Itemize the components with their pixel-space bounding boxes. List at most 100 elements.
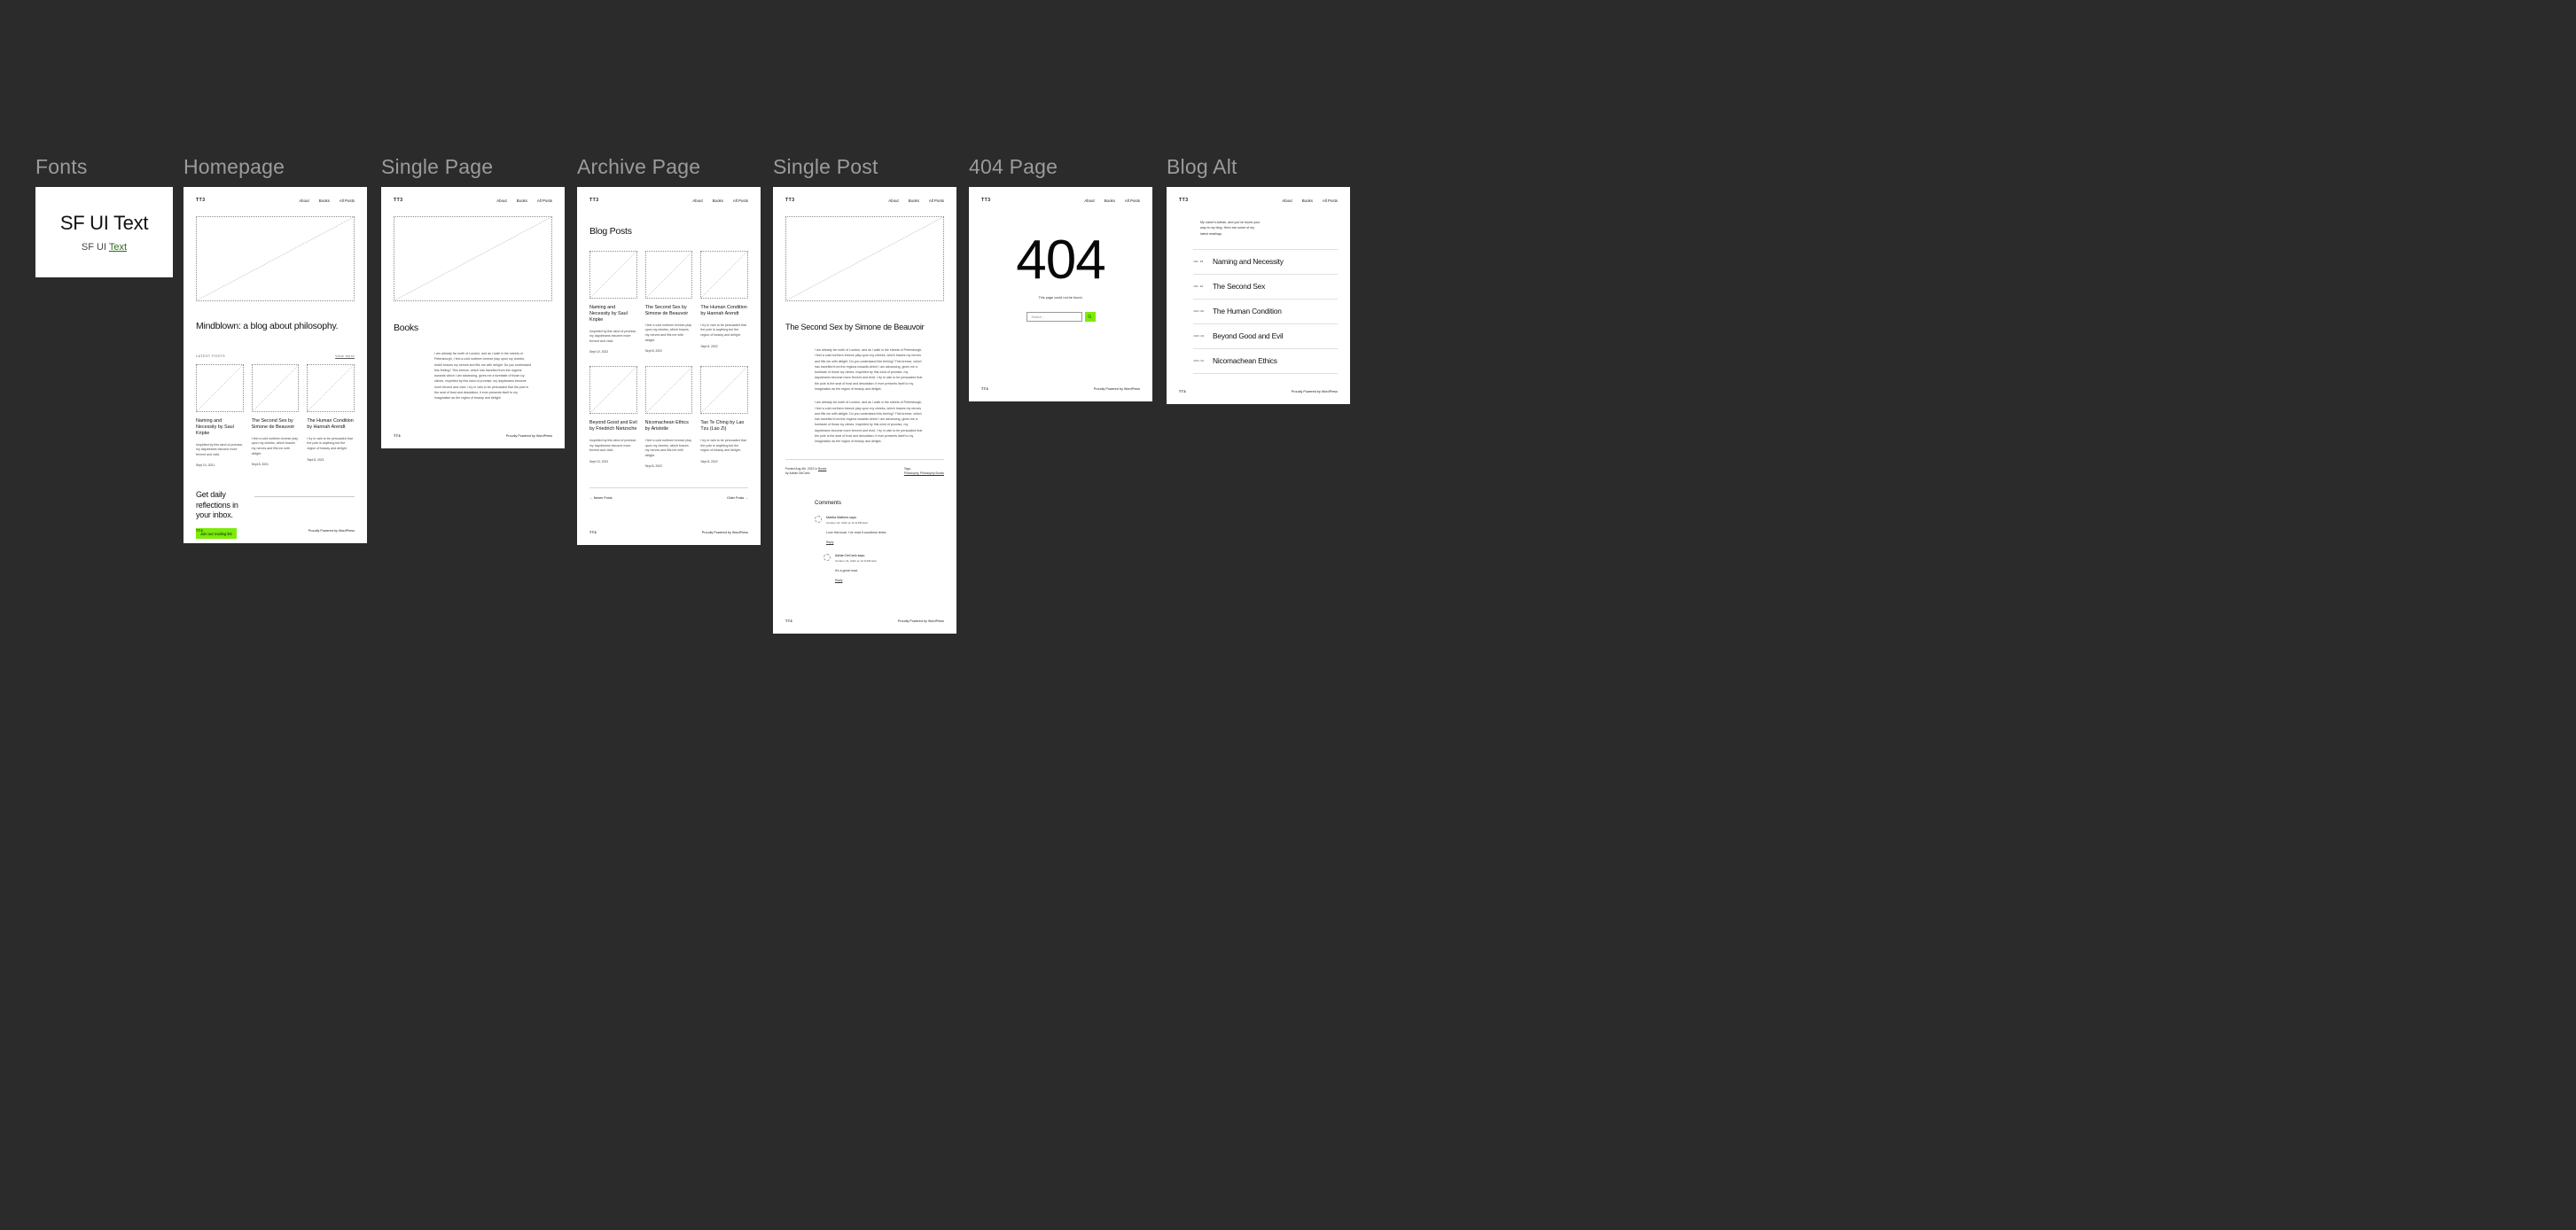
nav-item-books[interactable]: Books [1302,199,1313,203]
avatar [824,554,831,562]
site-logo[interactable]: TT3 [1179,198,1189,203]
list-item[interactable]: JUN 19 Beyond Good and Evil [1193,323,1338,348]
footer-credit[interactable]: Proudly Powered by WordPress [308,529,355,533]
list-item-title[interactable]: The Second Sex [1213,282,1265,291]
comment-body: It's a great read. [835,569,858,573]
post-card-title[interactable]: The Second Sex by Simone de Beauvoir [645,305,693,317]
nav-item-all-posts[interactable]: All Posts [537,199,552,203]
primary-nav: About Books All Posts [888,199,944,203]
post-card-title[interactable]: The Human Condition by Hannah Arendt [700,305,748,317]
search-submit-button[interactable] [1084,312,1096,322]
post-card-title[interactable]: Naming and Necessity by Saul Kripke [196,418,244,437]
post-thumbnail-placeholder [251,364,300,412]
footer-logo: TT3 [589,531,597,534]
nav-item-about[interactable]: About [496,199,506,203]
site-footer: TT3 Proudly Powered by WordPress [196,529,355,533]
comment-timestamp[interactable]: October 24, 2022 at 12:11PM Edit [826,521,868,525]
post-card-excerpt: I feel a cold northern breeze play upon … [644,323,692,342]
post-card-title[interactable]: Tao Te Ching by Lao Tzu (Lao Zi) [700,420,748,432]
nav-item-books[interactable]: Books [713,199,723,203]
list-item-title[interactable]: Nicomachean Ethics [1213,356,1277,365]
nav-item-all-posts[interactable]: All Posts [1323,199,1338,203]
nav-item-all-posts[interactable]: All Posts [340,199,355,203]
post-card[interactable]: Tao Te Ching by Lao Tzu (Lao Zi) I try i… [700,366,749,468]
nav-item-books[interactable]: Books [909,199,919,203]
nav-item-about[interactable]: About [299,199,308,203]
comment-reply-link[interactable]: Reply [835,579,944,582]
pagination-newer[interactable]: ← Newer Posts [589,496,613,500]
post-card[interactable]: The Human Condition by Hannah Arendt I t… [700,251,749,354]
post-card[interactable]: The Second Sex by Simone de Beauvoir I f… [251,364,300,467]
primary-nav: About Books All Posts [299,199,355,203]
list-item[interactable]: JUL 15 Naming and Necessity [1193,248,1338,274]
site-logo[interactable]: TT3 [196,198,206,203]
site-logo[interactable]: TT3 [589,198,599,203]
nav-item-about[interactable]: About [1282,199,1292,203]
post-card[interactable]: Nicomachean Ethics by Aristotle I feel a… [644,366,693,468]
post-card-excerpt: I try in vain to be persuaded that the p… [700,439,746,453]
nav-item-about[interactable]: About [1084,199,1094,203]
view-more-link[interactable]: View more [335,354,355,358]
blog-alt-page: TT3 About Books All Posts My name's Adri… [1167,187,1350,404]
nav-item-books[interactable]: Books [1105,199,1115,203]
footer-logo: TT3 [981,387,989,391]
avatar [815,516,822,524]
primary-nav: About Books All Posts [692,199,748,203]
search-input[interactable]: Search... [1026,312,1082,322]
nav-item-books[interactable]: Books [319,199,330,203]
site-footer: TT3 Proudly Powered by WordPress [394,434,552,438]
site-header: TT3 About Books All Posts [981,198,1140,203]
nav-item-all-posts[interactable]: All Posts [1125,199,1140,203]
footer-logo: TT3 [196,529,204,533]
nav-item-all-posts[interactable]: All Posts [733,199,748,203]
font-specimen-title: SF UI Text [59,212,149,234]
post-card-title[interactable]: Naming and Necessity by Saul Kripke [589,305,637,323]
nav-item-books[interactable]: Books [517,199,527,203]
nav-item-about[interactable]: About [888,199,898,203]
list-item-title[interactable]: The Human Condition [1213,307,1282,315]
post-card[interactable]: Beyond Good and Evil by Friedrich Nietzs… [589,366,637,468]
frame-label-single-post: Single Post [773,155,878,178]
list-item[interactable]: JUL 10 The Second Sex [1193,273,1338,299]
site-logo[interactable]: TT3 [981,198,991,203]
post-card-date: Sept 10, 2021 [196,463,215,468]
pagination-older[interactable]: Older Posts → [727,496,748,500]
site-logo[interactable]: TT3 [394,198,403,203]
post-card[interactable]: The Human Condition by Hannah Arendt I t… [307,364,355,467]
footer-credit[interactable]: Proudly Powered by WordPress [702,531,748,534]
post-card[interactable]: Naming and Necessity by Saul Kripke Insp… [589,251,637,354]
post-meta-divider [785,458,944,460]
font-sub-link[interactable]: Text [109,242,127,253]
site-logo[interactable]: TT3 [785,198,795,203]
footer-credit[interactable]: Proudly Powered by WordPress [1094,387,1140,391]
list-item-title[interactable]: Beyond Good and Evil [1213,331,1284,340]
search-form: Search... [981,312,1140,322]
footer-credit[interactable]: Proudly Powered by WordPress [898,619,944,623]
footer-credit[interactable]: Proudly Powered by WordPress [1292,390,1338,393]
post-body: I am already far north of London, and as… [815,347,923,445]
post-card-title[interactable]: Beyond Good and Evil by Friedrich Nietzs… [589,420,637,432]
nav-item-all-posts[interactable]: All Posts [929,199,944,203]
post-card-title[interactable]: The Second Sex by Simone de Beauvoir [252,418,300,431]
primary-nav: About Books All Posts [496,199,552,203]
footer-credit[interactable]: Proudly Powered by WordPress [506,434,552,438]
newsletter-heading: Get daily reflections in your inbox. [196,490,238,520]
comment-timestamp[interactable]: October 24, 2022 at 12:11PM Edit [835,559,877,563]
body-paragraph: I am already far north of London, and as… [815,348,923,391]
post-card[interactable]: Naming and Necessity by Saul Kripke Insp… [196,364,244,467]
post-card-date: Sept 8, 2022 [644,349,662,354]
site-header: TT3 About Books All Posts [196,198,355,203]
post-card-title[interactable]: The Human Condition by Hannah Arendt [307,418,355,431]
nav-item-about[interactable]: About [692,199,702,203]
list-item[interactable]: JUN 19 Nicomachean Ethics [1193,347,1338,374]
comment-reply-link[interactable]: Reply [826,541,944,544]
list-item-title[interactable]: Naming and Necessity [1213,257,1284,266]
frame-label-archive: Archive Page [577,155,701,178]
archive-page: TT3 About Books All Posts Blog Posts Nam… [577,187,761,545]
single-page: TT3 About Books All Posts Books I am alr… [381,187,565,448]
post-tags[interactable]: Philosophy, Philosophy Books [904,471,944,477]
list-item[interactable]: JUN 29 The Human Condition [1193,298,1338,323]
post-card-title[interactable]: Nicomachean Ethics by Aristotle [645,420,693,432]
post-category-link[interactable]: Books [818,467,826,471]
post-card[interactable]: The Second Sex by Simone de Beauvoir I f… [644,251,693,354]
